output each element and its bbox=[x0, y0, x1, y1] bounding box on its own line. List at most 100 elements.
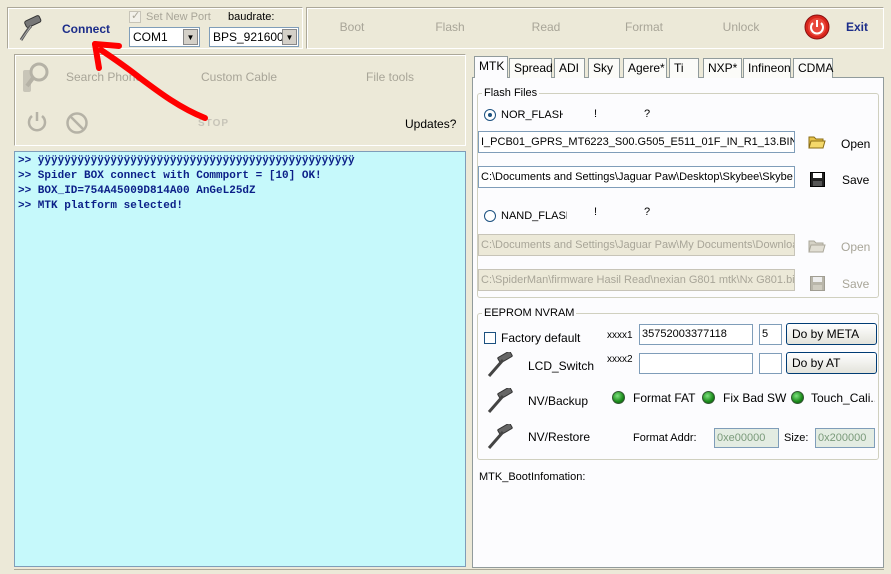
nand-flash-radio[interactable] bbox=[484, 210, 496, 222]
lcd-switch-button[interactable]: LCD_Switch bbox=[528, 359, 594, 373]
nand-mark-2: ? bbox=[644, 206, 651, 218]
flash-files-title: Flash Files bbox=[482, 87, 540, 99]
xxxx2-small-field[interactable] bbox=[759, 353, 782, 374]
tab-infineon[interactable]: Infineon bbox=[743, 58, 791, 78]
nor-flash-label: NOR_FLASH bbox=[501, 109, 563, 121]
nand-flash-label: NAND_FLASH bbox=[501, 210, 567, 222]
tab-agere[interactable]: Agere* bbox=[623, 58, 667, 78]
log-line: >> ÿÿÿÿÿÿÿÿÿÿÿÿÿÿÿÿÿÿÿÿÿÿÿÿÿÿÿÿÿÿÿÿÿÿÿÿÿ… bbox=[18, 155, 355, 167]
xxxx1-small-field[interactable]: 5 bbox=[759, 324, 782, 345]
save-disk-icon[interactable] bbox=[810, 172, 825, 187]
annotation-arrow bbox=[92, 41, 208, 121]
tab-spread[interactable]: Spread bbox=[509, 58, 553, 78]
unlock-button[interactable]: Unlock bbox=[716, 20, 766, 34]
format-addr-label: Format Addr: bbox=[633, 432, 697, 444]
eeprom-title: EEPROM NVRAM bbox=[482, 307, 577, 319]
power-exit-icon[interactable] bbox=[804, 14, 830, 40]
xxxx1-small-value: 5 bbox=[762, 328, 769, 340]
tab-label: Ti bbox=[674, 61, 684, 75]
tab-label: Infineon bbox=[748, 61, 791, 75]
connect-button[interactable]: Connect bbox=[62, 22, 110, 36]
xxxx1-label: xxxx1 bbox=[607, 330, 633, 341]
nor-file-2-field[interactable]: C:\Documents and Settings\Jaguar Paw\Des… bbox=[478, 166, 795, 188]
flash-files-group bbox=[477, 93, 879, 298]
read-button[interactable]: Read bbox=[526, 20, 566, 34]
xxxx1-field[interactable]: 35752003377118 bbox=[639, 324, 753, 345]
tab-label: Agere* bbox=[628, 61, 665, 75]
tab-sky[interactable]: Sky bbox=[588, 58, 620, 78]
save-button[interactable]: Save bbox=[842, 173, 869, 187]
format-button[interactable]: Format bbox=[620, 20, 668, 34]
hammer-icon[interactable] bbox=[486, 352, 514, 378]
log-line: >> Spider BOX connect with Commport = [1… bbox=[18, 170, 322, 182]
tab-cdma[interactable]: CDMA bbox=[793, 58, 833, 78]
tab-label: Sky bbox=[593, 61, 614, 75]
log-line: >> MTK platform selected! bbox=[18, 200, 184, 212]
flash-button[interactable]: Flash bbox=[428, 20, 472, 34]
fix-bad-sw-label[interactable]: Fix Bad SW bbox=[723, 391, 786, 405]
updates-button[interactable]: Updates? bbox=[405, 117, 456, 131]
set-new-port-checkbox[interactable] bbox=[129, 9, 141, 23]
nv-restore-button[interactable]: NV/Restore bbox=[528, 430, 590, 444]
tab-label: ADI bbox=[559, 61, 580, 75]
nv-backup-button[interactable]: NV/Backup bbox=[528, 394, 588, 408]
fix-bad-sw-led[interactable] bbox=[702, 391, 715, 404]
log-output: >> ÿÿÿÿÿÿÿÿÿÿÿÿÿÿÿÿÿÿÿÿÿÿÿÿÿÿÿÿÿÿÿÿÿÿÿÿÿ… bbox=[14, 151, 466, 567]
baudrate-value: BPS_921600 bbox=[213, 30, 284, 44]
nor-file-1-field[interactable]: I_PCB01_GPRS_MT6223_S00.G505_E511_01F_IN… bbox=[478, 131, 795, 153]
format-addr-field[interactable]: 0xe00000 bbox=[714, 428, 779, 448]
factory-default-checkbox[interactable] bbox=[484, 332, 496, 344]
do-by-meta-button[interactable]: Do by META bbox=[786, 323, 877, 345]
nand-file-1-value: C:\Documents and Settings\Jaguar Paw\My … bbox=[481, 239, 795, 251]
power-off-icon[interactable] bbox=[25, 110, 49, 134]
format-fat-led[interactable] bbox=[612, 391, 625, 404]
baudrate-select[interactable]: BPS_921600 ▼ bbox=[209, 27, 299, 47]
log-line: >> BOX_ID=754A45009D814A00 AnGeL25dZ bbox=[18, 185, 256, 197]
xxxx2-label: xxxx2 bbox=[607, 354, 633, 365]
baudrate-label: baudrate: bbox=[228, 11, 275, 23]
tab-label: CDMA bbox=[798, 61, 834, 75]
nand-file-1-field[interactable]: C:\Documents and Settings\Jaguar Paw\My … bbox=[478, 234, 795, 256]
size-value: 0x200000 bbox=[818, 432, 867, 444]
nor-file-2-value: C:\Documents and Settings\Jaguar Paw\Des… bbox=[481, 171, 793, 183]
nand-open-button[interactable]: Open bbox=[841, 240, 870, 254]
set-new-port-label: Set New Port bbox=[146, 11, 211, 23]
boot-info-label: MTK_BootInfomation: bbox=[479, 471, 586, 483]
size-label: Size: bbox=[784, 432, 809, 444]
nor-file-1-value: I_PCB01_GPRS_MT6223_S00.G505_E511_01F_IN… bbox=[481, 136, 795, 148]
tab-label: NXP* bbox=[708, 61, 738, 75]
touch-cali-led[interactable] bbox=[791, 391, 804, 404]
size-field[interactable]: 0x200000 bbox=[815, 428, 875, 448]
xxxx2-field[interactable] bbox=[639, 353, 753, 374]
tab-label: Spread bbox=[514, 61, 553, 75]
touch-cali-label[interactable]: Touch_Cali... bbox=[811, 391, 875, 405]
chevron-down-icon: ▼ bbox=[282, 29, 297, 45]
tab-nxp[interactable]: NXP* bbox=[703, 58, 742, 78]
tab-mtk[interactable]: MTK bbox=[474, 56, 508, 78]
tab-adi[interactable]: ADI bbox=[554, 58, 585, 78]
nand-save-button[interactable]: Save bbox=[842, 277, 869, 291]
xxxx1-value: 35752003377118 bbox=[642, 328, 727, 340]
nor-mark-1: ! bbox=[594, 108, 598, 120]
nand-file-2-field[interactable]: C:\SpiderMan\firmware Hasil Read\nexian … bbox=[478, 269, 795, 291]
nand-mark-1: ! bbox=[594, 206, 598, 218]
nand-file-2-value: C:\SpiderMan\firmware Hasil Read\nexian … bbox=[481, 274, 795, 286]
boot-button[interactable]: Boot bbox=[332, 20, 372, 34]
hammer-icon[interactable] bbox=[486, 424, 514, 450]
exit-button[interactable]: Exit bbox=[846, 20, 868, 34]
folder-open-icon[interactable] bbox=[808, 134, 826, 150]
tab-ti[interactable]: Ti bbox=[669, 58, 699, 78]
nor-flash-radio[interactable] bbox=[484, 109, 496, 121]
folder-open-icon[interactable] bbox=[808, 238, 826, 254]
open-button[interactable]: Open bbox=[841, 137, 870, 151]
do-by-at-button[interactable]: Do by AT bbox=[786, 352, 877, 374]
save-disk-icon[interactable] bbox=[810, 276, 825, 291]
nor-mark-2: ? bbox=[644, 108, 651, 120]
operations-panel bbox=[306, 7, 884, 49]
format-addr-value: 0xe00000 bbox=[717, 432, 766, 444]
hammer-icon[interactable] bbox=[486, 388, 514, 414]
search-phone-icon[interactable] bbox=[19, 60, 53, 96]
format-fat-label[interactable]: Format FAT bbox=[633, 391, 695, 405]
cable-icon[interactable] bbox=[17, 14, 47, 44]
file-tools-button[interactable]: File tools bbox=[366, 70, 414, 84]
